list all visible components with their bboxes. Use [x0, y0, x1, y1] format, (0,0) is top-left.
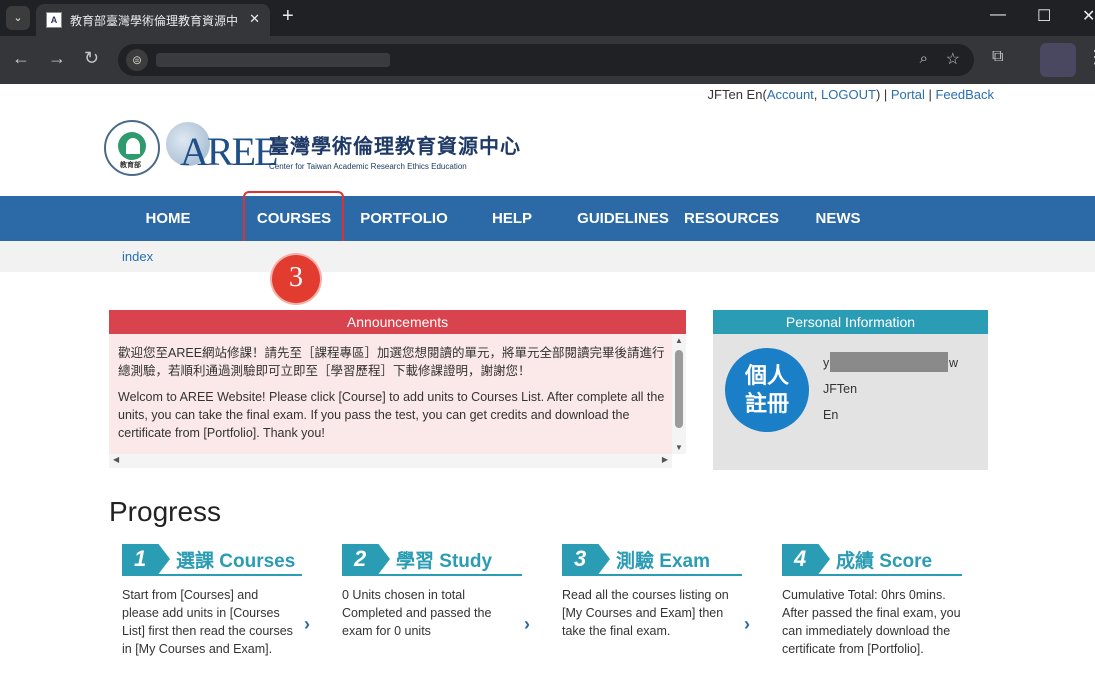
page-content: JFTen En(Account, LOGOUT) | Portal | Fee…: [0, 84, 1095, 700]
step-number: 2: [342, 544, 390, 574]
user-links: JFTen En(Account, LOGOUT) | Portal | Fee…: [707, 87, 994, 102]
browser-menu-icon[interactable]: ⋮: [1086, 47, 1095, 68]
chevron-right-icon: ›: [304, 614, 310, 634]
step-number: 4: [782, 544, 830, 574]
user-name: JFTen En: [707, 87, 763, 102]
site-info-icon[interactable]: ⊜: [126, 49, 148, 71]
step-label: 選課 Courses: [176, 551, 296, 572]
step-description: Cumulative Total: 0hrs 0mins. After pass…: [782, 588, 961, 656]
nav-guidelines[interactable]: GUIDELINES: [576, 196, 670, 241]
tab-list-button[interactable]: ⌄: [6, 6, 30, 30]
announcement-chinese: 歡迎您至AREE網站修課！請先至［課程專區］加選您想閱讀的單元，將單元全部閱讀完…: [118, 346, 665, 378]
zoom-icon[interactable]: ⌕: [920, 50, 928, 67]
scroll-up-icon[interactable]: ▲: [675, 336, 683, 345]
progress-step-courses[interactable]: 1 選課 Courses Start from [Courses] and pl…: [122, 544, 312, 658]
logout-link[interactable]: LOGOUT: [821, 87, 876, 102]
minimize-icon[interactable]: —: [990, 6, 1006, 24]
breadcrumb: index: [0, 241, 1095, 272]
announcement-english: Welcom to AREE Website! Please click [Co…: [118, 390, 665, 440]
aree-logo: AREE: [166, 120, 278, 176]
nav-home[interactable]: HOME: [128, 196, 208, 241]
email-suffix: w: [949, 356, 959, 370]
reload-icon[interactable]: ↻: [84, 48, 99, 69]
chevron-right-icon: ›: [744, 614, 750, 634]
ministry-of-education-seal: 教育部: [104, 120, 160, 176]
breadcrumb-index-link[interactable]: index: [122, 249, 153, 264]
new-tab-button[interactable]: +: [282, 5, 294, 28]
back-icon[interactable]: ←: [12, 48, 30, 69]
personal-information-title: Personal Information: [713, 310, 988, 334]
nav-portfolio[interactable]: PORTFOLIO: [356, 196, 452, 241]
account-link[interactable]: Account: [767, 87, 814, 102]
nav-resources[interactable]: RESOURCES: [684, 196, 779, 241]
extensions-icon[interactable]: ⧉: [992, 48, 1003, 66]
step-label: 學習 Study: [396, 551, 493, 572]
window-close-icon[interactable]: ✕: [1082, 6, 1095, 26]
feedback-link[interactable]: FeedBack: [935, 87, 994, 102]
forward-icon[interactable]: →: [48, 48, 66, 69]
scrollbar-thumb[interactable]: [675, 350, 683, 428]
address-bar[interactable]: ⊜ ⌕ ☆: [118, 44, 974, 76]
courses-highlight-annotation: [243, 191, 344, 247]
org-name-english: Center for Taiwan Academic Research Ethi…: [269, 162, 467, 171]
org-name-chinese: 臺灣學術倫理教育資源中心: [269, 136, 521, 158]
email-prefix: y: [823, 356, 830, 370]
announcements-panel: Announcements 歡迎您至AREE網站修課！請先至［課程專區］加選您想…: [109, 310, 686, 470]
step-number-annotation: 3: [272, 255, 320, 303]
maximize-icon[interactable]: ☐: [1037, 6, 1051, 26]
announcements-vertical-scrollbar[interactable]: ▲ ▼: [672, 334, 686, 454]
browser-tab-bar: ⌄ A 教育部臺灣學術倫理教育資源中 ✕ + — ☐ ✕: [0, 0, 1095, 36]
nav-news[interactable]: NEWS: [808, 196, 868, 241]
personal-information-panel: Personal Information 個人 註冊 y w JFTen En: [713, 310, 988, 470]
progress-step-score[interactable]: 4 成績 Score Cumulative Total: 0hrs 0mins.…: [782, 544, 972, 658]
portal-link[interactable]: Portal: [891, 87, 925, 102]
announcements-title: Announcements: [109, 310, 686, 334]
step-description: Start from [Courses] and please add unit…: [122, 588, 293, 656]
email-redacted: [830, 352, 948, 372]
announcements-body: 歡迎您至AREE網站修課！請先至［課程專區］加選您想閱讀的單元，將單元全部閱讀完…: [109, 334, 686, 454]
progress-step-exam[interactable]: 3 測驗 Exam Read all the courses listing o…: [562, 544, 752, 640]
url-redacted: [156, 53, 390, 67]
tab-title: 教育部臺灣學術倫理教育資源中: [70, 14, 239, 28]
scroll-left-icon[interactable]: ◀: [113, 455, 119, 464]
scroll-right-icon[interactable]: ▶: [662, 455, 668, 464]
step-number: 1: [122, 544, 170, 574]
last-name: En: [823, 408, 839, 422]
main-navigation: HOME COURSES PORTFOLIO HELP GUIDELINES R…: [0, 196, 1095, 241]
chevron-right-icon: ›: [524, 614, 530, 634]
tab-close-icon[interactable]: ✕: [249, 11, 260, 27]
first-name: JFTen: [823, 382, 858, 396]
nav-help[interactable]: HELP: [482, 196, 542, 241]
personal-register-button[interactable]: 個人 註冊: [725, 348, 809, 432]
step-label: 測驗 Exam: [616, 551, 710, 572]
announcements-horizontal-scrollbar[interactable]: ◀ ▶: [109, 454, 672, 468]
bookmark-star-icon[interactable]: ☆: [946, 49, 960, 69]
step-number: 3: [562, 544, 610, 574]
progress-step-study[interactable]: 2 學習 Study 0 Units chosen in total Compl…: [342, 544, 532, 640]
site-logo[interactable]: 教育部 AREE 臺灣學術倫理教育資源中心 Center for Taiwan …: [104, 120, 520, 180]
profile-avatar[interactable]: [1040, 43, 1076, 77]
scroll-down-icon[interactable]: ▼: [675, 443, 683, 452]
step-description: Read all the courses listing on [My Cour…: [562, 588, 729, 638]
favicon-icon: A: [46, 12, 62, 28]
step-label: 成績 Score: [836, 551, 933, 572]
progress-heading: Progress: [109, 496, 222, 527]
browser-tab[interactable]: A 教育部臺灣學術倫理教育資源中 ✕: [36, 4, 270, 36]
step-description: 0 Units chosen in total Completed and pa…: [342, 588, 492, 638]
browser-toolbar: ← → ↻ ⊜ ⌕ ☆ ⧉ ⋮: [0, 36, 1095, 84]
